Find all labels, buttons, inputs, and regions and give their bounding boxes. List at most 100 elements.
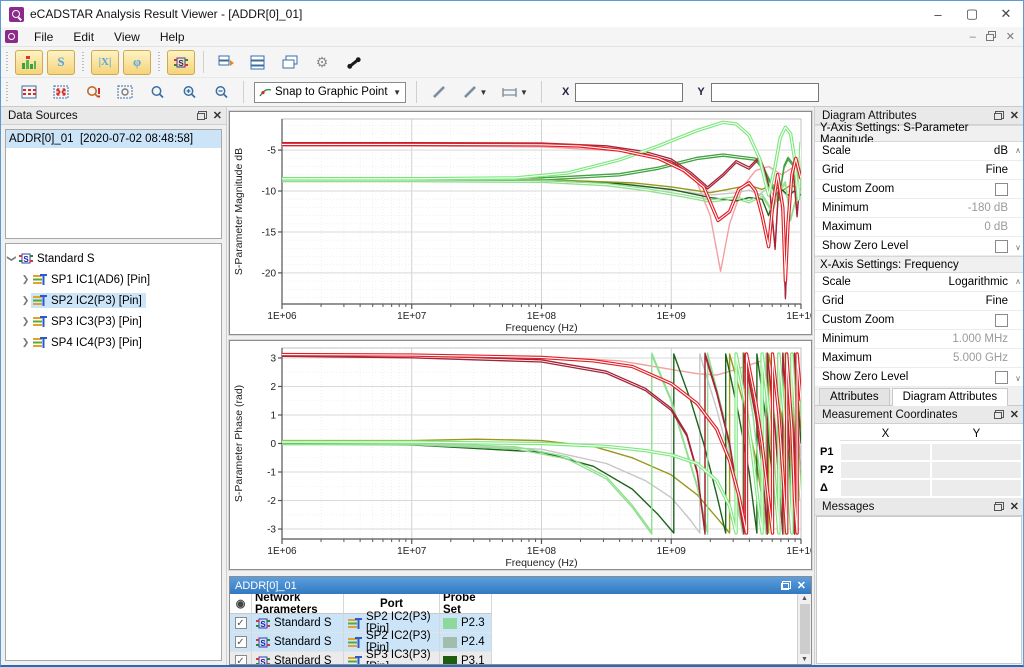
expand-icon[interactable]: ❯: [20, 316, 31, 327]
x-coordinate-input[interactable]: [575, 83, 683, 102]
tree-node-port[interactable]: ❯SP1 IC1(AD6) [Pin]: [6, 269, 221, 290]
row-checkbox[interactable]: ✓: [235, 617, 247, 629]
cascade-windows-button[interactable]: [276, 50, 304, 75]
close-panel-icon[interactable]: ✕: [1010, 111, 1019, 121]
fit-all-button[interactable]: [47, 80, 75, 105]
settings-button[interactable]: ⚙: [308, 50, 336, 75]
expand-icon[interactable]: ❯: [20, 337, 31, 348]
s-parameter-button[interactable]: S: [47, 50, 75, 75]
measurement-cell: [841, 462, 930, 478]
mdi-minimize-button[interactable]: –: [970, 32, 976, 42]
result-scrollbar[interactable]: ▲ ▼: [797, 594, 811, 664]
overlay-curves-button[interactable]: [15, 80, 43, 105]
toolbar-grip[interactable]: [5, 52, 10, 72]
toolbar-grip[interactable]: [81, 52, 86, 72]
scroll-up-icon[interactable]: ∧: [1015, 146, 1021, 155]
zoom-out-button[interactable]: [207, 80, 235, 105]
measure-mode-button[interactable]: ▼: [457, 80, 493, 105]
maximize-button[interactable]: ▢: [955, 1, 989, 27]
mdi-restore-button[interactable]: [986, 31, 996, 43]
measure-line-button[interactable]: [425, 80, 453, 105]
network-view-button[interactable]: S: [167, 50, 195, 75]
attribute-value[interactable]: dB: [994, 145, 1008, 157]
measure-delta-button[interactable]: ▼: [497, 80, 533, 105]
float-panel-icon[interactable]: [781, 581, 791, 590]
show-diagram-button[interactable]: [15, 50, 43, 75]
data-source-list[interactable]: ADDR[0]_01 [2020-07-02 08:48:58]: [5, 129, 222, 239]
tree-node-port[interactable]: ❯SP4 IC4(P3) [Pin]: [6, 332, 221, 353]
magnitude-chart[interactable]: 1E+061E+071E+081E+091E+10-5-10-15-20Freq…: [230, 112, 811, 334]
zoom-in-button[interactable]: [175, 80, 203, 105]
snap-mode-select[interactable]: Snap to Graphic Point ▼: [254, 82, 406, 103]
menu-edit[interactable]: Edit: [63, 28, 104, 46]
phase-chart[interactable]: 1E+061E+071E+081E+091E+103210-1-2-3Frequ…: [230, 341, 811, 569]
menu-help[interactable]: Help: [150, 28, 195, 46]
scroll-thumb[interactable]: [800, 604, 810, 654]
fit-selection-icon: [117, 85, 133, 99]
scroll-down-icon[interactable]: ∨: [1015, 243, 1021, 252]
close-panel-icon[interactable]: ✕: [1010, 502, 1019, 512]
attribute-value[interactable]: Fine: [986, 164, 1008, 176]
fit-selection-button[interactable]: [111, 80, 139, 105]
float-panel-icon[interactable]: [994, 410, 1004, 419]
float-panel-icon[interactable]: [994, 502, 1004, 511]
zoom-alert-button[interactable]: [79, 80, 107, 105]
probe-set-cell: P2.3: [440, 614, 492, 633]
column-header[interactable]: Probe Set: [440, 594, 492, 614]
mdi-close-button[interactable]: ✕: [1006, 32, 1015, 42]
close-panel-icon[interactable]: ✕: [1010, 410, 1019, 420]
float-panel-icon[interactable]: [994, 111, 1004, 120]
column-header[interactable]: Network Parameters: [252, 594, 344, 614]
attribute-value[interactable]: 1.000 MHz: [952, 333, 1008, 345]
table-row[interactable]: ✓SStandard SSP3 IC3(P3) [Pin]P3.1: [230, 652, 797, 664]
attribute-checkbox[interactable]: [995, 371, 1008, 384]
svg-text:-15: -15: [262, 227, 277, 238]
attribute-value[interactable]: 5.000 GHz: [953, 352, 1008, 364]
measurement-cell: [932, 462, 1021, 478]
close-button[interactable]: ✕: [989, 1, 1023, 27]
tree-node-standard-s[interactable]: ❯SStandard S: [6, 248, 221, 269]
attribute-label: Scale: [822, 276, 949, 288]
tile-horizontally-button[interactable]: [244, 50, 272, 75]
tree-node-port[interactable]: ❯SP3 IC3(P3) [Pin]: [6, 311, 221, 332]
tree-node-port[interactable]: ❯SP2 IC2(P3) [Pin]: [6, 290, 221, 311]
zoom-window-button[interactable]: [143, 80, 171, 105]
tab-diagram-attributes[interactable]: Diagram Attributes: [892, 388, 1009, 406]
attribute-value[interactable]: Logarithmic: [949, 276, 1008, 288]
visibility-icon[interactable]: ◉: [236, 597, 246, 610]
scroll-down-icon[interactable]: ▼: [801, 656, 808, 663]
close-panel-icon[interactable]: ✕: [797, 581, 806, 591]
expand-icon[interactable]: ❯: [20, 274, 31, 285]
attribute-value[interactable]: -180 dB: [968, 202, 1008, 214]
row-checkbox[interactable]: ✓: [235, 636, 247, 648]
float-panel-icon[interactable]: [197, 111, 207, 120]
parameter-tree[interactable]: ❯SStandard S❯SP1 IC1(AD6) [Pin]❯SP2 IC2(…: [5, 243, 222, 661]
toolbar-grip[interactable]: [5, 82, 10, 102]
attribute-checkbox[interactable]: [995, 183, 1008, 196]
attribute-checkbox[interactable]: [995, 240, 1008, 253]
scroll-down-icon[interactable]: ∨: [1015, 374, 1021, 383]
close-panel-icon[interactable]: ✕: [213, 111, 222, 121]
table-row[interactable]: ✓SStandard SSP2 IC2(P3) [Pin]P2.3: [230, 614, 797, 633]
collapse-icon[interactable]: ❯: [6, 253, 17, 264]
minimize-button[interactable]: –: [921, 1, 955, 27]
attribute-value[interactable]: 0 dB: [984, 221, 1008, 233]
attribute-label: Scale: [822, 145, 994, 157]
attribute-value[interactable]: Fine: [986, 295, 1008, 307]
data-source-item[interactable]: ADDR[0]_01 [2020-07-02 08:48:58]: [6, 130, 221, 148]
menu-file[interactable]: File: [24, 28, 63, 46]
table-row[interactable]: ✓SStandard SSP2 IC2(P3) [Pin]P2.4: [230, 633, 797, 652]
support-call-button[interactable]: [340, 50, 368, 75]
scroll-up-icon[interactable]: ▲: [801, 595, 808, 602]
toolbar-grip[interactable]: [157, 52, 162, 72]
scroll-up-icon[interactable]: ∧: [1015, 277, 1021, 286]
row-checkbox[interactable]: ✓: [235, 655, 247, 664]
tab-attributes[interactable]: Attributes: [819, 388, 890, 405]
menu-view[interactable]: View: [104, 28, 150, 46]
attribute-checkbox[interactable]: [995, 314, 1008, 327]
phase-button[interactable]: φ: [123, 50, 151, 75]
expand-icon[interactable]: ❯: [20, 295, 31, 306]
magnitude-button[interactable]: |X|: [91, 50, 119, 75]
y-coordinate-input[interactable]: [711, 83, 819, 102]
tile-vertically-button[interactable]: [212, 50, 240, 75]
